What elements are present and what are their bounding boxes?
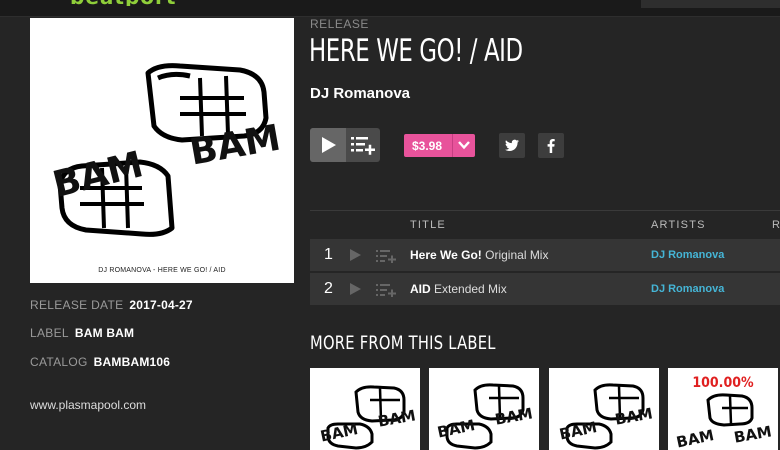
add-to-queue-icon: [351, 137, 375, 155]
thumb-word-right: BAM: [733, 422, 774, 446]
release-date-row: RELEASE DATE 2017-04-27: [30, 298, 193, 312]
twitter-icon: [505, 139, 519, 152]
label-website[interactable]: www.plasmapool.com: [30, 398, 146, 412]
label-release-thumbnail[interactable]: BAM BAM: [549, 368, 659, 450]
track-artist-link[interactable]: DJ Romanova: [651, 249, 724, 261]
cover-artwork-graphic: BAM BAM: [49, 63, 284, 237]
column-title[interactable]: TITLE: [410, 219, 446, 231]
label-row: LABEL BAM BAM: [30, 326, 134, 340]
label-link[interactable]: BAM BAM: [75, 326, 134, 340]
cover-caption: DJ ROMANOVA - HERE WE GO! / AID: [98, 267, 226, 274]
play-icon[interactable]: [349, 282, 362, 296]
thumbnail-artwork-graphic: BAM BAM: [558, 383, 654, 450]
track-mix: Original Mix: [481, 248, 549, 262]
catalog-label: CATALOG: [30, 355, 88, 369]
release-date-value: 2017-04-27: [129, 298, 193, 312]
track-name: AID: [410, 282, 431, 296]
facebook-icon: [547, 139, 555, 153]
chevron-down-icon[interactable]: [458, 141, 470, 150]
thumbnail-artwork-graphic: BAM BAM: [436, 383, 534, 450]
label-label: LABEL: [30, 326, 69, 340]
label-release-thumbnail[interactable]: BAM BAM: [310, 368, 420, 450]
top-bar: beatport: [0, 0, 780, 17]
track-title[interactable]: Here We Go! Original Mix: [410, 248, 548, 262]
add-to-queue-button[interactable]: [346, 128, 380, 162]
release-date-label: RELEASE DATE: [30, 298, 124, 312]
brand-logo[interactable]: beatport: [70, 0, 188, 6]
label-release-thumbnail[interactable]: 100.00% BAM BAM: [668, 368, 778, 450]
price-divider: [452, 134, 453, 157]
track-name: Here We Go!: [410, 248, 482, 262]
play-release-button[interactable]: [310, 128, 346, 162]
track-row[interactable]: 2 AID Extended Mix DJ Romanova: [310, 273, 780, 305]
add-to-queue-icon[interactable]: [376, 283, 396, 297]
track-artist-link[interactable]: DJ Romanova: [651, 283, 724, 295]
track-row[interactable]: 1 Here We Go! Original Mix DJ Romanova: [310, 239, 780, 271]
column-artists[interactable]: ARTISTS: [651, 219, 706, 231]
buy-price-button[interactable]: $3.98: [404, 134, 475, 157]
search-input[interactable]: [641, 0, 780, 8]
add-to-queue-icon[interactable]: [376, 249, 396, 263]
column-remixers[interactable]: R: [772, 219, 780, 231]
tracklist-header: TITLE ARTISTS R: [310, 210, 780, 239]
brand-logo-text: beatport: [70, 0, 188, 6]
catalog-value: BAMBAM106: [93, 355, 171, 369]
facebook-share-button[interactable]: [538, 133, 564, 158]
release-cover-art: BAM BAM DJ ROMANOVA - HERE WE GO! / AID: [30, 18, 294, 283]
play-icon[interactable]: [349, 248, 362, 262]
more-from-label-heading: MORE FROM THIS LABEL: [310, 332, 496, 354]
track-number: 1: [324, 246, 333, 263]
thumb-word-left: BAM: [675, 426, 716, 450]
release-type-label: RELEASE: [310, 17, 369, 31]
release-title: HERE WE GO! / AID: [309, 33, 523, 69]
catalog-row: CATALOG BAMBAM106: [30, 355, 170, 369]
release-artist-link[interactable]: DJ Romanova: [310, 85, 410, 102]
label-release-thumbnail[interactable]: BAM BAM: [429, 368, 539, 450]
price-value: $3.98: [412, 139, 443, 153]
twitter-share-button[interactable]: [499, 133, 525, 158]
thumb-badge: 100.00%: [692, 375, 754, 391]
thumbnail-artwork-graphic: BAM BAM: [319, 385, 417, 450]
track-title[interactable]: AID Extended Mix: [410, 282, 507, 296]
playback-controls: [310, 128, 380, 162]
track-mix: Extended Mix: [430, 282, 507, 296]
track-number: 2: [324, 280, 333, 297]
play-icon: [322, 137, 336, 153]
